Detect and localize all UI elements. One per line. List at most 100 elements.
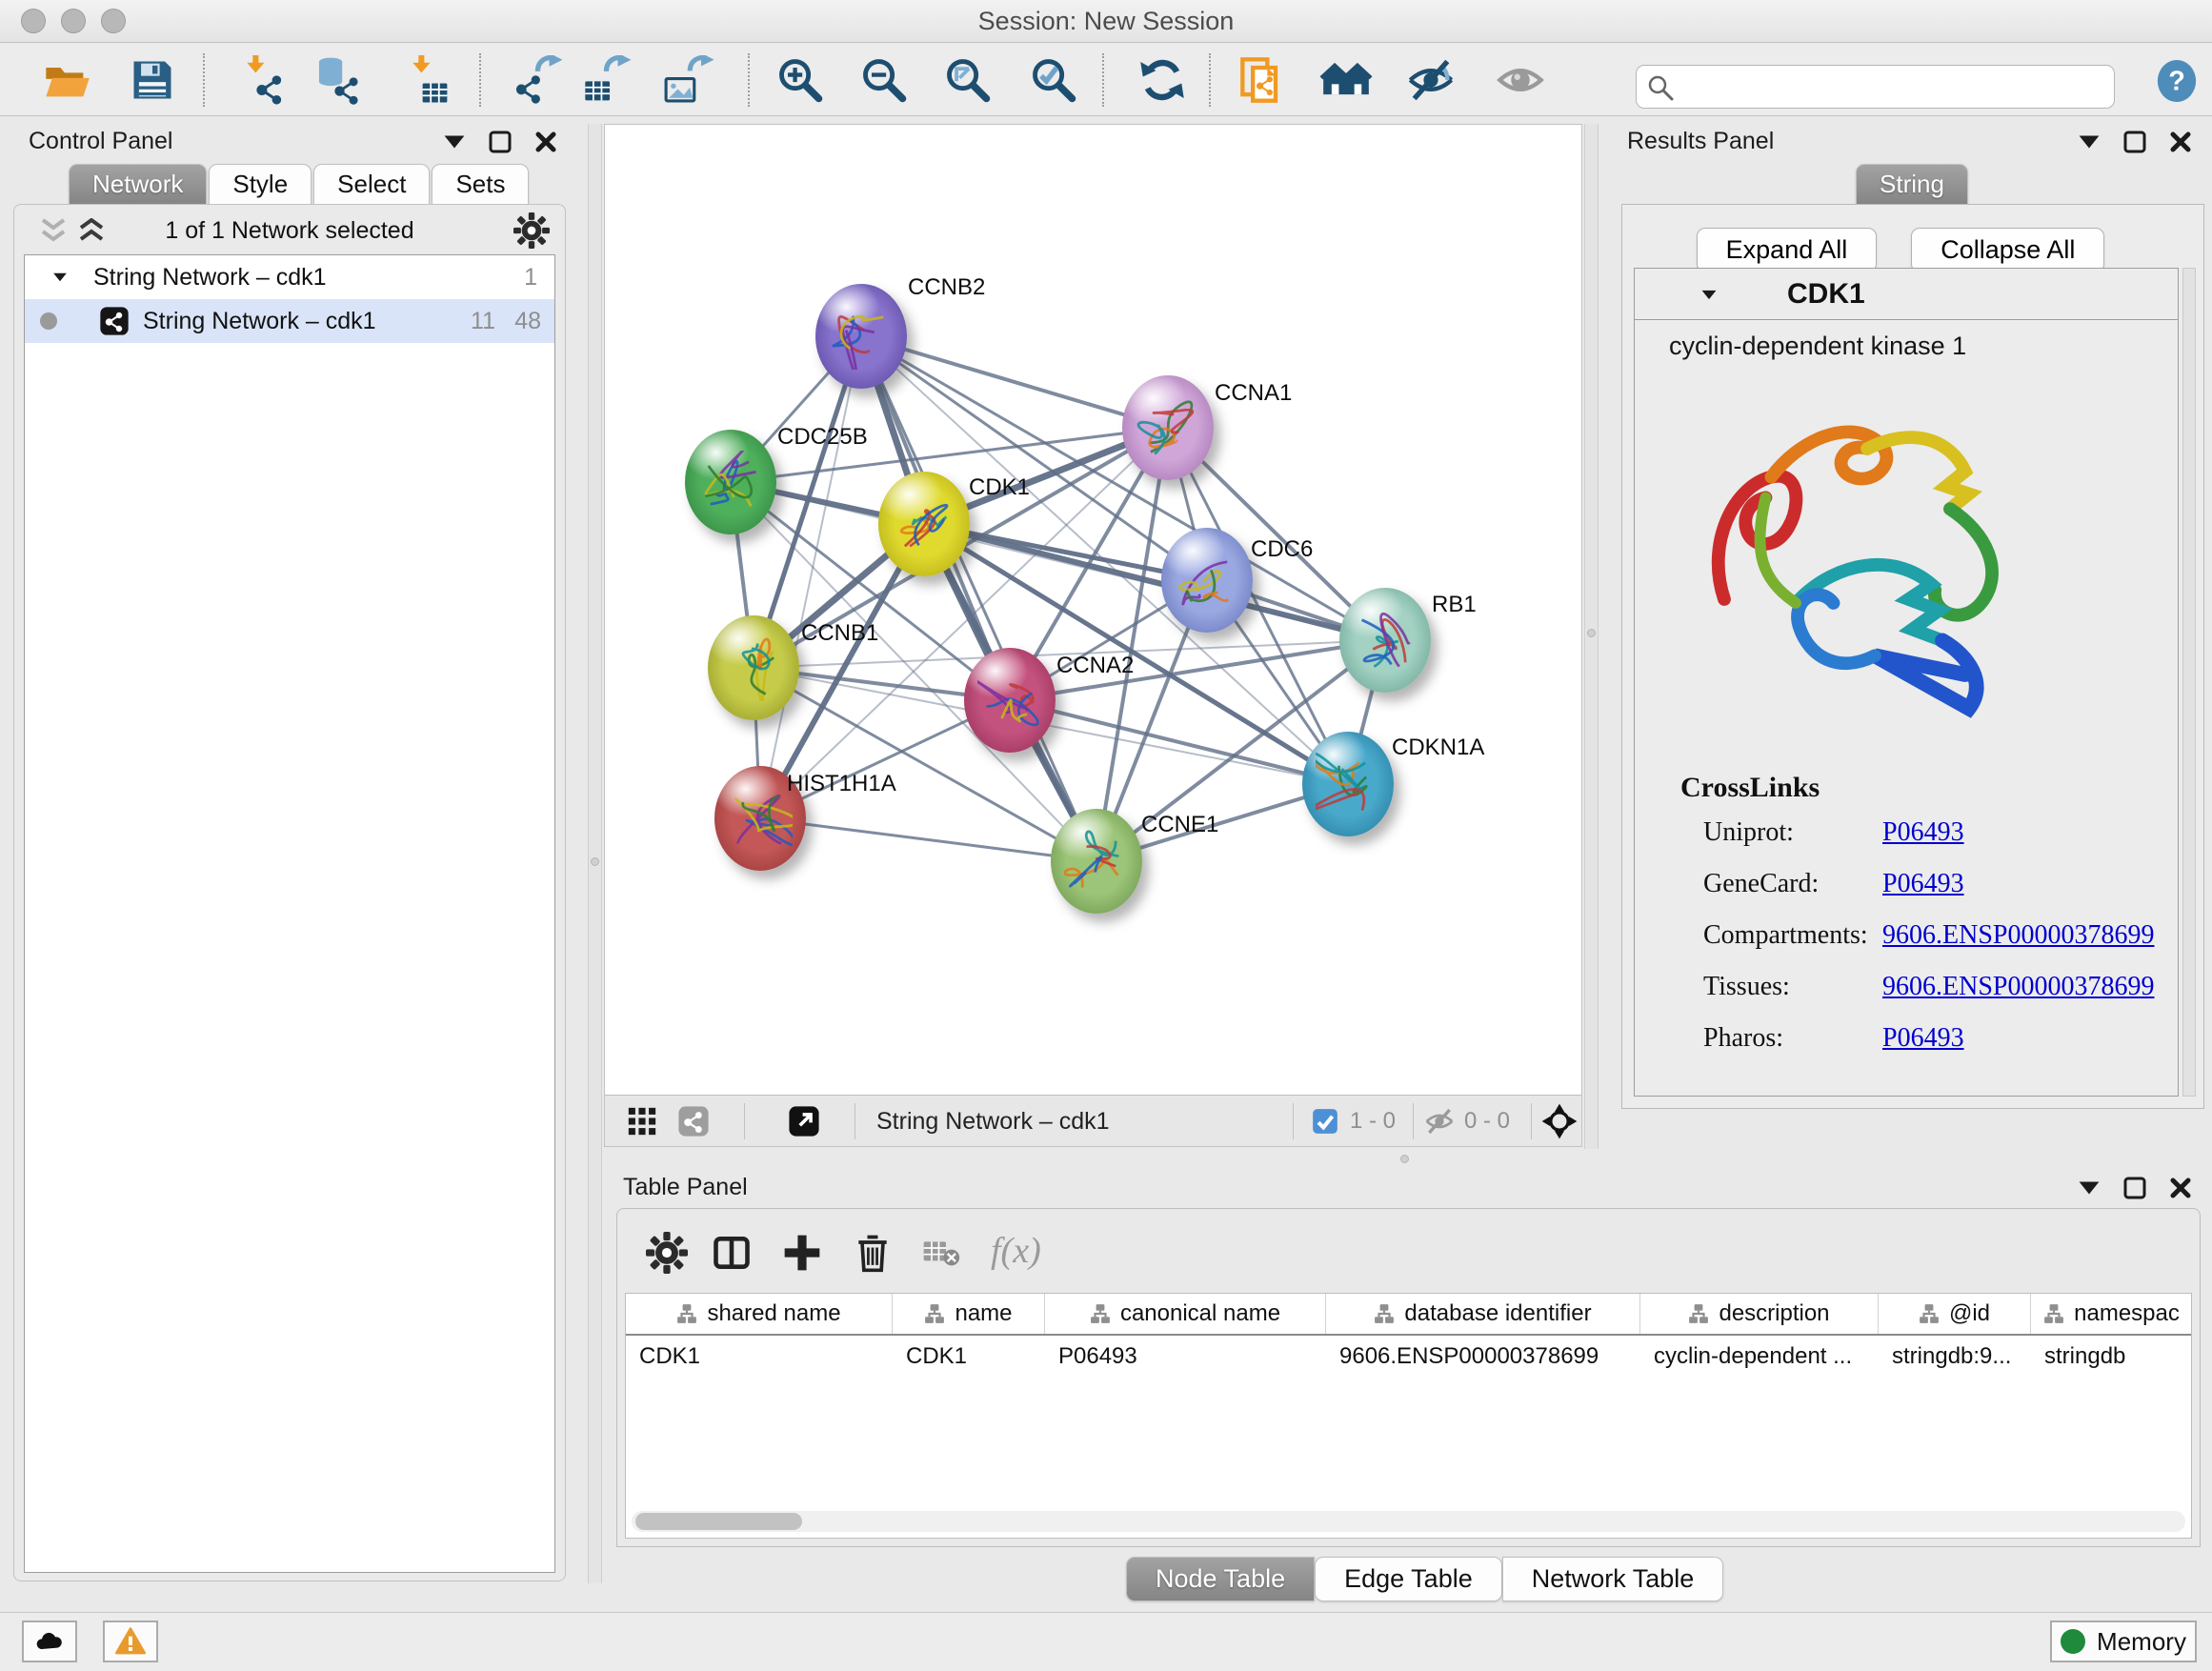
detach-view-icon[interactable] bbox=[788, 1105, 820, 1137]
panel-close-icon[interactable] bbox=[2168, 130, 2193, 154]
zoom-in-button[interactable] bbox=[774, 55, 827, 105]
open-session-button[interactable] bbox=[40, 55, 93, 105]
column-header-database-identifier[interactable]: database identifier bbox=[1326, 1294, 1640, 1334]
delete-column-icon[interactable] bbox=[852, 1232, 894, 1274]
panel-maximize-icon[interactable] bbox=[2122, 1176, 2147, 1200]
table-cell[interactable]: CDK1 bbox=[626, 1336, 893, 1378]
table-cell[interactable]: stringdb bbox=[2031, 1336, 2192, 1378]
panel-maximize-icon[interactable] bbox=[488, 130, 513, 154]
crosslink-value-link[interactable]: P06493 bbox=[1882, 1023, 1964, 1054]
hidden-eye-icon[interactable] bbox=[1424, 1106, 1455, 1137]
panel-float-menu-icon[interactable] bbox=[2077, 1176, 2101, 1200]
column-header-canonical-name[interactable]: canonical name bbox=[1045, 1294, 1326, 1334]
network-node-CDKN1A[interactable] bbox=[1302, 732, 1394, 836]
warnings-button[interactable] bbox=[103, 1621, 158, 1662]
toolbar-separator bbox=[479, 53, 481, 107]
network-node-CDC25B[interactable] bbox=[685, 430, 776, 534]
tab-node-table[interactable]: Node Table bbox=[1126, 1557, 1315, 1601]
tab-select[interactable]: Select bbox=[313, 164, 430, 204]
table-cell[interactable]: 9606.ENSP00000378699 bbox=[1326, 1336, 1640, 1378]
refresh-view-button[interactable] bbox=[1136, 55, 1189, 105]
network-node-CCNA1[interactable] bbox=[1122, 375, 1214, 480]
column-header-description[interactable]: description bbox=[1640, 1294, 1879, 1334]
collapse-all-button[interactable]: Collapse All bbox=[1911, 228, 2104, 272]
export-network-button[interactable] bbox=[511, 55, 564, 105]
table-cell[interactable]: stringdb:9... bbox=[1879, 1336, 2031, 1378]
network-row[interactable]: String Network – cdk1 11 48 bbox=[25, 299, 554, 343]
table-cell[interactable]: P06493 bbox=[1045, 1336, 1326, 1378]
table-row[interactable]: CDK1CDK1P064939606.ENSP00000378699cyclin… bbox=[626, 1336, 2191, 1378]
window-title: Session: New Session bbox=[0, 7, 2212, 36]
panel-close-icon[interactable] bbox=[2168, 1176, 2193, 1200]
expand-all-button[interactable]: Expand All bbox=[1697, 228, 1878, 272]
crosslink-value-link[interactable]: P06493 bbox=[1882, 817, 1964, 848]
column-header-@id[interactable]: @id bbox=[1879, 1294, 2031, 1334]
network-canvas[interactable]: CCNB2CCNA1CDC25BCDK1CDC6RB1CCNB1CCNA2CDK… bbox=[605, 125, 1581, 1095]
hide-selected-button[interactable] bbox=[1404, 55, 1458, 105]
import-network-file-button[interactable] bbox=[234, 55, 288, 105]
table-cell[interactable]: CDK1 bbox=[893, 1336, 1045, 1378]
export-table-button[interactable] bbox=[579, 55, 633, 105]
collapse-gene-icon[interactable] bbox=[1699, 289, 1719, 301]
show-columns-icon[interactable] bbox=[711, 1232, 753, 1274]
network-node-CCNB2[interactable] bbox=[815, 284, 907, 389]
cloud-button[interactable] bbox=[22, 1621, 77, 1662]
right-splitter[interactable] bbox=[1584, 124, 1599, 1149]
zoom-selected-button[interactable] bbox=[1027, 55, 1080, 105]
network-options-gear-icon[interactable] bbox=[513, 212, 550, 249]
tab-network-table[interactable]: Network Table bbox=[1502, 1557, 1724, 1601]
network-view: CCNB2CCNA1CDC25BCDK1CDC6RB1CCNB1CCNA2CDK… bbox=[604, 124, 1582, 1147]
import-network-database-button[interactable] bbox=[311, 55, 364, 105]
table-cell[interactable]: cyclin-dependent ... bbox=[1640, 1336, 1879, 1378]
delete-table-icon[interactable] bbox=[922, 1232, 960, 1274]
clone-network-button[interactable] bbox=[1237, 55, 1290, 105]
tab-style[interactable]: Style bbox=[209, 164, 312, 204]
panel-maximize-icon[interactable] bbox=[2122, 130, 2147, 154]
table-horizontal-scrollbar[interactable] bbox=[632, 1511, 2185, 1532]
tab-sets[interactable]: Sets bbox=[432, 164, 529, 204]
export-image-button[interactable] bbox=[661, 55, 714, 105]
help-button[interactable]: ? bbox=[2155, 59, 2199, 103]
panel-float-menu-icon[interactable] bbox=[442, 130, 467, 154]
results-scrollbar[interactable] bbox=[2182, 268, 2196, 1097]
network-node-CDC6[interactable] bbox=[1161, 528, 1253, 633]
scrollbar-thumb[interactable] bbox=[635, 1513, 802, 1530]
add-column-icon[interactable] bbox=[781, 1232, 823, 1274]
network-badge-icon[interactable] bbox=[677, 1105, 710, 1137]
network-node-CCNA2[interactable] bbox=[964, 648, 1056, 753]
import-table-button[interactable] bbox=[400, 55, 453, 105]
table-options-gear-icon[interactable] bbox=[646, 1232, 688, 1274]
memory-button[interactable]: Memory bbox=[2050, 1621, 2197, 1662]
tab-network[interactable]: Network bbox=[69, 164, 207, 204]
crosslink-value-link[interactable]: P06493 bbox=[1882, 869, 1964, 899]
crosslink-value-link[interactable]: 9606.ENSP00000378699 bbox=[1882, 920, 2154, 951]
network-collection-row[interactable]: String Network – cdk1 1 bbox=[25, 255, 554, 299]
zoom-out-button[interactable] bbox=[857, 55, 911, 105]
protein-thumbnail bbox=[1353, 609, 1418, 674]
protein-thumbnail bbox=[829, 305, 894, 370]
column-header-namespac[interactable]: namespac bbox=[2031, 1294, 2192, 1334]
network-node-CDK1[interactable] bbox=[878, 472, 970, 576]
tab-string[interactable]: String bbox=[1856, 164, 1968, 204]
tree-expand-icon[interactable] bbox=[51, 272, 69, 283]
network-node-CCNE1[interactable] bbox=[1051, 809, 1142, 914]
network-node-RB1[interactable] bbox=[1339, 588, 1431, 693]
tab-edge-table[interactable]: Edge Table bbox=[1315, 1557, 1502, 1601]
function-builder-button[interactable]: f(x) bbox=[991, 1230, 1041, 1272]
network-node-CCNB1[interactable] bbox=[708, 615, 799, 720]
show-all-button[interactable] bbox=[1494, 55, 1547, 105]
gene-header[interactable]: CDK1 bbox=[1635, 269, 2178, 320]
column-header-name[interactable]: name bbox=[893, 1294, 1045, 1334]
zoom-fit-button[interactable] bbox=[941, 55, 995, 105]
column-header-shared-name[interactable]: shared name bbox=[626, 1294, 893, 1334]
selected-checkbox-icon[interactable] bbox=[1312, 1108, 1338, 1135]
save-session-button[interactable] bbox=[126, 55, 179, 105]
panel-float-menu-icon[interactable] bbox=[2077, 130, 2101, 154]
birdseye-target-icon[interactable] bbox=[1540, 1102, 1579, 1140]
search-input[interactable] bbox=[1682, 68, 2101, 106]
grid-view-icon[interactable] bbox=[626, 1105, 658, 1137]
horizontal-splitter-handle[interactable] bbox=[1400, 1155, 1409, 1163]
panel-close-icon[interactable] bbox=[533, 130, 558, 154]
first-neighbors-button[interactable] bbox=[1315, 55, 1377, 105]
crosslink-value-link[interactable]: 9606.ENSP00000378699 bbox=[1882, 972, 2154, 1002]
